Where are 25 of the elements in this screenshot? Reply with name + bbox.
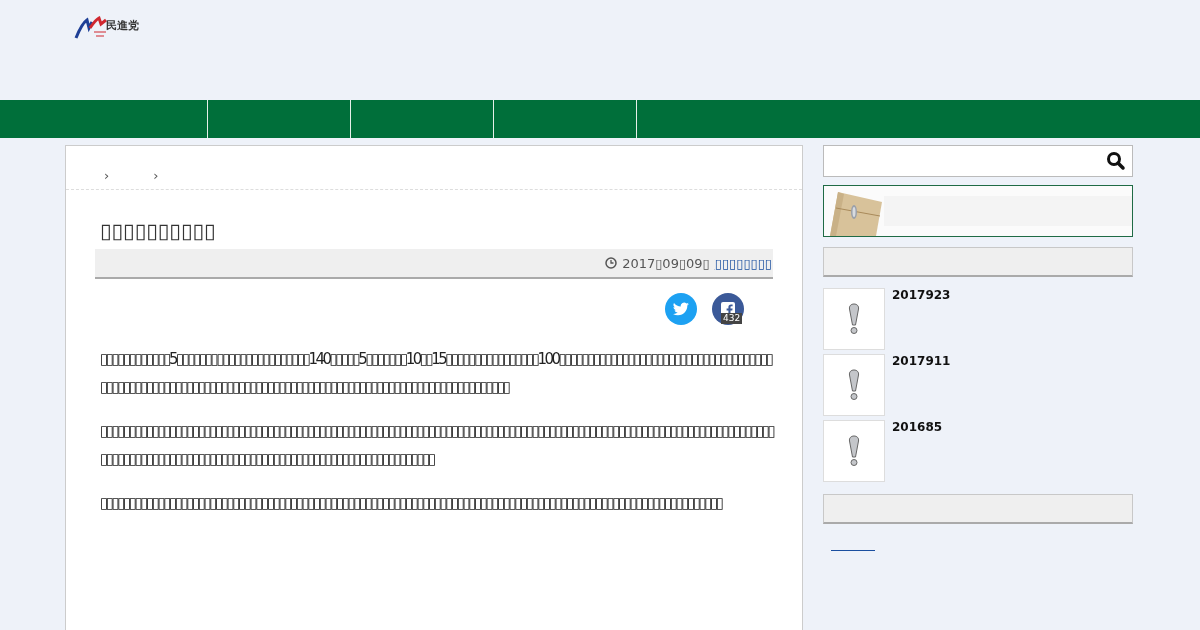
bird-icon <box>673 302 689 316</box>
article-title: ▯▯▯▯▯▯▯▯▯▯ <box>100 218 217 244</box>
post-date: 2017▯09▯09▯ <box>622 255 710 271</box>
thumbnail-placeholder[interactable] <box>823 288 885 350</box>
search-icon[interactable] <box>1106 151 1126 171</box>
post-title-link[interactable]: 2017923 <box>892 288 951 350</box>
exclamation-icon <box>847 369 861 401</box>
search-field[interactable] <box>823 145 1133 177</box>
share-count: 432 <box>721 313 743 324</box>
category-link[interactable]: ▯▯▯▯▯▯▯▯ <box>714 255 772 271</box>
post-title-link[interactable]: 201685 <box>892 420 943 482</box>
logo-text[interactable]: 民進党 <box>106 17 139 33</box>
breadcrumb-separator: › <box>104 168 110 185</box>
twitter-share-button[interactable] <box>665 293 697 325</box>
article-paragraph: ▯▯▯▯▯▯▯▯▯▯▯▯5▯▯▯▯▯▯▯▯▯▯▯▯▯▯▯▯▯▯▯▯▯▯▯140▯▯▯▯▯5▯▯▯▯▯▯▯10▯▯15▯▯▯▯▯▯▯▯▯▯▯▯▯▯▯▯100▯▯▯▯▯▯▯▯▯▯▯▯▯▯▯▯▯▯▯▯▯▯▯▯▯▯▯▯▯▯▯▯▯▯▯▯▯▯▯▯▯▯▯▯▯▯▯▯▯▯▯▯▯▯▯▯▯▯▯▯▯▯▯▯▯▯▯▯▯▯▯▯▯▯▯▯▯▯▯▯▯▯▯▯▯▯▯▯▯▯▯▯▯▯▯▯▯▯▯▯▯▯▯▯▯▯▯▯ <box>100 349 773 398</box>
article-paragraph: ▯▯▯▯▯▯▯▯▯▯▯▯▯▯▯▯▯▯▯▯▯▯▯▯▯▯▯▯▯▯▯▯▯▯▯▯▯▯▯▯▯▯▯▯▯▯▯▯▯▯▯▯▯▯▯▯▯▯▯▯▯▯▯▯▯▯▯▯▯▯▯▯▯▯▯▯▯▯▯▯▯▯▯▯▯▯▯▯▯▯▯▯▯▯▯▯▯▯▯▯▯▯▯▯▯▯▯▯▯▯▯▯▯▯▯▯▯▯▯▯▯▯▯▯▯▯▯▯▯▯▯▯▯▯▯▯▯▯▯▯▯▯▯▯▯▯▯▯▯▯▯▯▯▯▯▯▯▯▯▯▯▯▯▯▯▯▯▯▯▯▯▯▯▯▯ <box>100 421 775 470</box>
breadcrumb-separator: › <box>153 168 159 185</box>
exclamation-icon <box>847 435 861 467</box>
article-paragraph: ▯▯▯▯▯▯▯▯▯▯▯▯▯▯▯▯▯▯▯▯▯▯▯▯▯▯▯▯▯▯▯▯▯▯▯▯▯▯▯▯▯▯▯▯▯▯▯▯▯▯▯▯▯▯▯▯▯▯▯▯▯▯▯▯▯▯▯▯▯▯▯▯▯▯▯▯▯▯▯▯▯▯▯▯▯▯▯▯▯▯▯▯▯▯▯▯▯▯▯▯▯▯▯▯▯▯▯▯ <box>100 493 723 514</box>
clock-icon <box>605 257 618 269</box>
exclamation-icon <box>847 303 861 335</box>
facebook-icon <box>721 302 735 316</box>
thumbnail-placeholder[interactable] <box>823 354 885 416</box>
post-title-link[interactable]: 2017911 <box>892 354 951 416</box>
thumbnail-placeholder[interactable] <box>823 420 885 482</box>
